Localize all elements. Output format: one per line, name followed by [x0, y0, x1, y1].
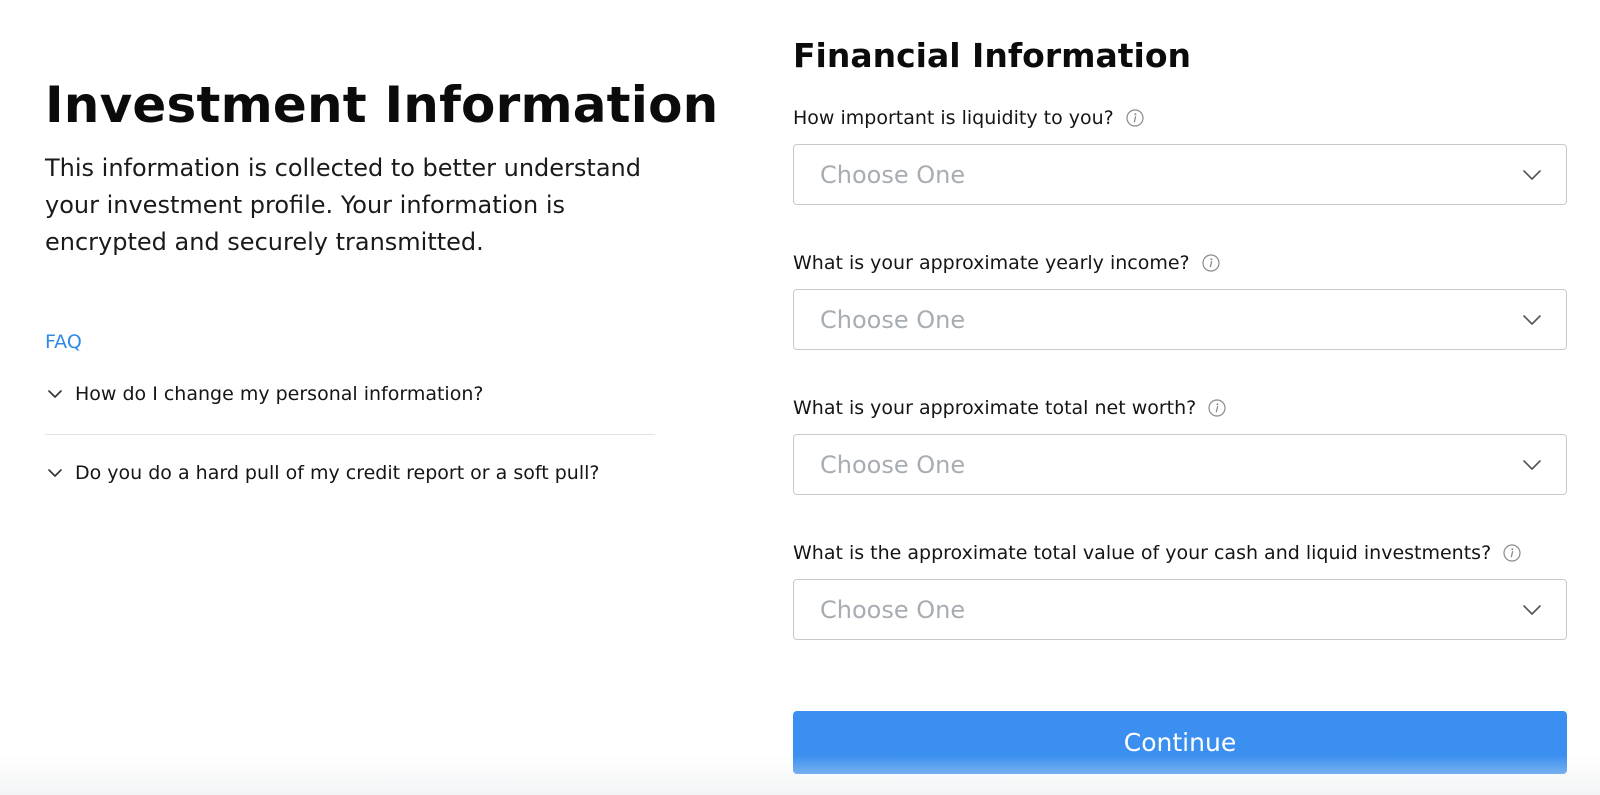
field-label-net-worth: What is your approximate total net worth…	[793, 397, 1226, 419]
net-worth-select[interactable]: Choose One	[793, 434, 1567, 495]
field-label-liquidity: How important is liquidity to you?	[793, 107, 1144, 129]
page-title: Investment Information	[45, 76, 719, 134]
select-placeholder: Choose One	[820, 160, 966, 189]
select-placeholder: Choose One	[820, 595, 966, 624]
section-title: Financial Information	[793, 36, 1192, 75]
field-label-text: What is your approximate yearly income?	[793, 252, 1190, 274]
faq-item-label: Do you do a hard pull of my credit repor…	[75, 462, 600, 484]
yearly-income-select[interactable]: Choose One	[793, 289, 1567, 350]
info-icon[interactable]	[1503, 544, 1521, 562]
select-placeholder: Choose One	[820, 450, 966, 479]
liquidity-select[interactable]: Choose One	[793, 144, 1567, 205]
chevron-down-icon	[45, 463, 65, 483]
faq-item-change-personal-info[interactable]: How do I change my personal information?	[45, 383, 655, 405]
chevron-down-icon	[1520, 308, 1544, 332]
chevron-down-icon	[1520, 598, 1544, 622]
chevron-down-icon	[1520, 163, 1544, 187]
field-label-text: How important is liquidity to you?	[793, 107, 1114, 129]
intro-text: This information is collected to better …	[45, 154, 641, 256]
select-placeholder: Choose One	[820, 305, 966, 334]
faq-divider	[45, 434, 655, 435]
field-label-yearly-income: What is your approximate yearly income?	[793, 252, 1220, 274]
faq-item-label: How do I change my personal information?	[75, 383, 484, 405]
chevron-down-icon	[1520, 453, 1544, 477]
faq-heading: FAQ	[45, 331, 82, 353]
liquid-investments-select[interactable]: Choose One	[793, 579, 1567, 640]
field-label-text: What is your approximate total net worth…	[793, 397, 1197, 419]
field-label-liquid-investments: What is the approximate total value of y…	[793, 542, 1521, 564]
page: Investment Information This information …	[0, 0, 1600, 795]
info-icon[interactable]	[1202, 254, 1220, 272]
chevron-down-icon	[45, 384, 65, 404]
info-icon[interactable]	[1126, 109, 1144, 127]
faq-item-credit-pull[interactable]: Do you do a hard pull of my credit repor…	[45, 462, 655, 484]
info-icon[interactable]	[1208, 399, 1226, 417]
field-label-text: What is the approximate total value of y…	[793, 542, 1492, 564]
continue-button[interactable]: Continue	[793, 711, 1567, 774]
